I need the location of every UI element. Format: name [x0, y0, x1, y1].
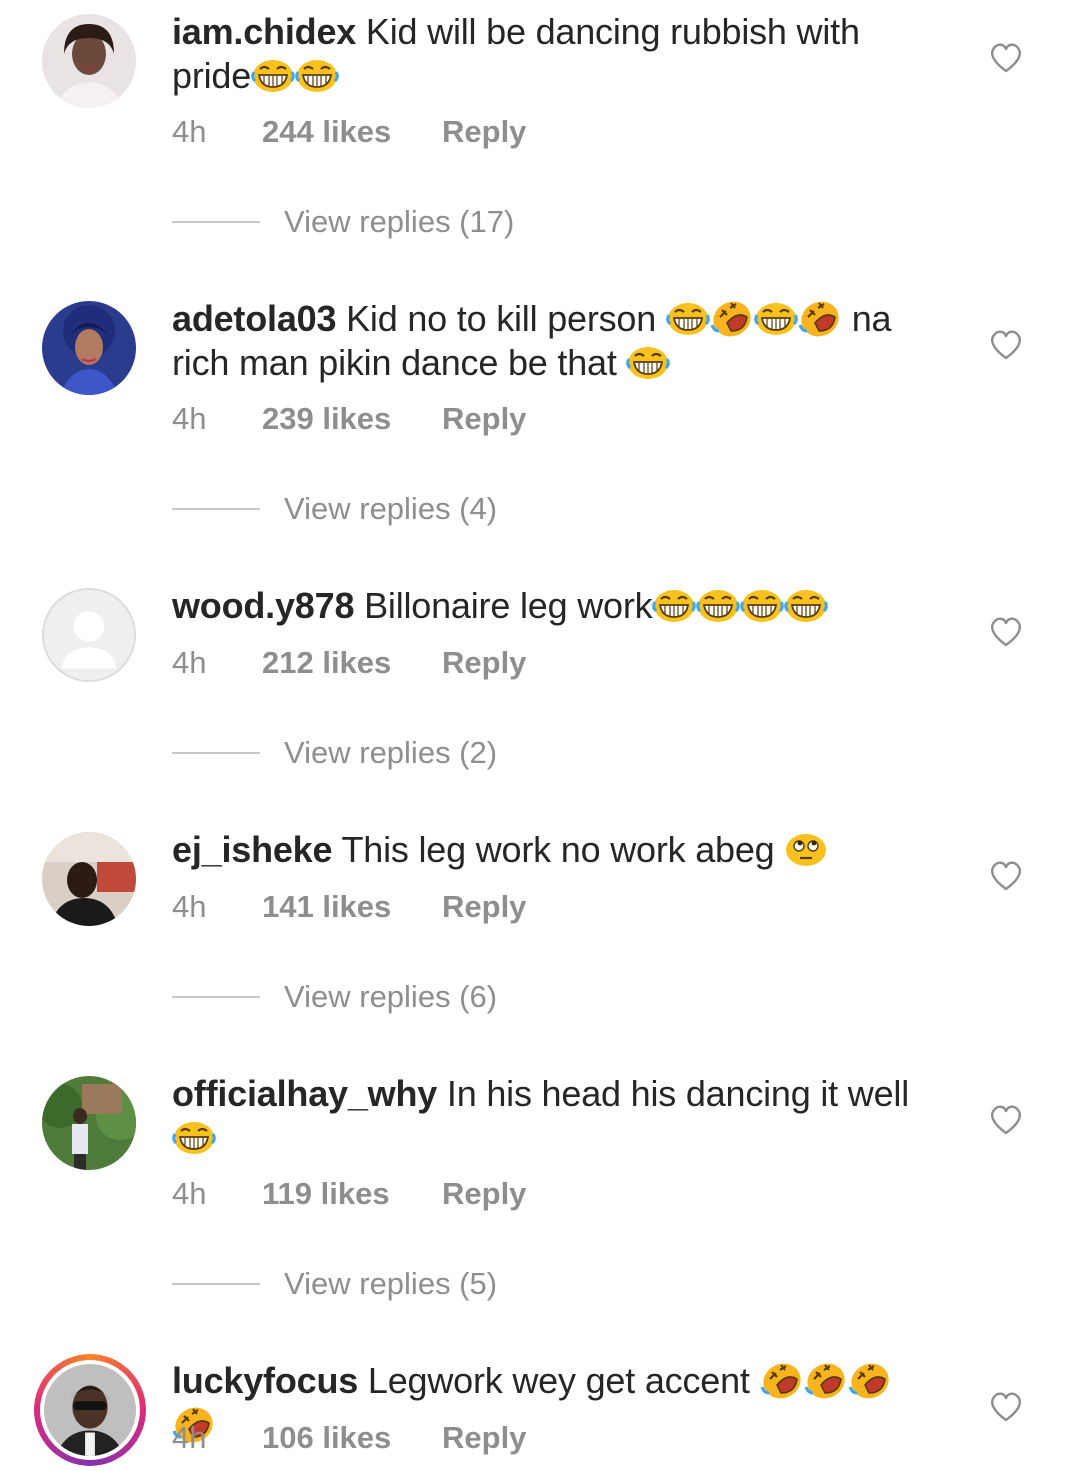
grinning-squinting-tears-emoji-icon: [666, 301, 710, 337]
rolling-on-floor-laughing-emoji-icon: [760, 1363, 804, 1399]
comment-text: officialhay_why In his head his dancing …: [172, 1072, 932, 1160]
comment-body: rich man pikin dance be that: [172, 342, 617, 383]
comment-body: This leg work no work abeg: [341, 829, 775, 870]
reply-button[interactable]: Reply: [442, 1174, 526, 1214]
grinning-squinting-tears-emoji-icon: [754, 301, 798, 337]
view-replies-label[interactable]: View replies (6): [284, 977, 497, 1017]
comment-likes[interactable]: 212 likes: [262, 643, 391, 683]
divider-line: [172, 508, 260, 510]
comment-likes[interactable]: 239 likes: [262, 399, 391, 439]
comment-body: pride: [172, 55, 252, 96]
comment-text: wood.y878 Billonaire leg work: [172, 584, 932, 628]
heart-outline-icon[interactable]: [988, 858, 1024, 892]
face-with-rolling-eyes-emoji-icon: [784, 832, 828, 868]
view-replies-label[interactable]: View replies (17): [284, 202, 514, 242]
comment-username[interactable]: adetola03: [172, 298, 336, 339]
avatar[interactable]: [42, 588, 136, 682]
grinning-squinting-tears-emoji-icon: [295, 58, 339, 94]
avatar-ring-inner: [40, 1360, 140, 1460]
comment-username[interactable]: ej_isheke: [172, 829, 333, 870]
comment-text: iam.chidex Kid will be dancing rubbish w…: [172, 10, 932, 98]
avatar[interactable]: [42, 1076, 136, 1170]
comment-likes[interactable]: 141 likes: [262, 887, 391, 927]
avatar-with-story-ring[interactable]: [34, 1354, 146, 1466]
rolling-on-floor-laughing-emoji-icon: [710, 301, 754, 337]
comment-time: 4h: [172, 401, 207, 436]
reply-button[interactable]: Reply: [442, 399, 526, 439]
avatar-photo-icon: [42, 301, 136, 395]
reply-button[interactable]: Reply: [442, 1418, 526, 1458]
avatar-photo-icon: [42, 832, 136, 926]
grinning-squinting-tears-emoji-icon: [626, 345, 670, 381]
heart-outline-icon[interactable]: [988, 1389, 1024, 1423]
reply-button[interactable]: Reply: [442, 887, 526, 927]
heart-outline-icon[interactable]: [988, 327, 1024, 361]
divider-line: [172, 996, 260, 998]
comment-time: 4h: [172, 889, 207, 924]
grinning-squinting-tears-emoji-icon: [740, 588, 784, 624]
comment-body: na: [851, 298, 892, 339]
comment-username[interactable]: officialhay_why: [172, 1073, 437, 1114]
divider-line: [172, 221, 260, 223]
comment-body: In his head his dancing it well: [446, 1073, 909, 1114]
comment-text: adetola03 Kid no to kill person na rich …: [172, 297, 932, 385]
comment-body: Kid will be dancing rubbish with: [365, 11, 860, 52]
comment-username[interactable]: wood.y878: [172, 585, 354, 626]
avatar-photo-icon: [42, 14, 136, 108]
comment-text: ej_isheke This leg work no work abeg: [172, 828, 932, 872]
comment-likes[interactable]: 244 likes: [262, 112, 391, 152]
avatar-photo-icon: [42, 1076, 136, 1170]
avatar: [44, 1364, 136, 1456]
avatar[interactable]: [42, 832, 136, 926]
divider-line: [172, 1283, 260, 1285]
rolling-on-floor-laughing-emoji-icon: [848, 1363, 892, 1399]
view-replies-label[interactable]: View replies (2): [284, 733, 497, 773]
grinning-squinting-tears-emoji-icon: [652, 588, 696, 624]
rolling-on-floor-laughing-emoji-icon: [804, 1363, 848, 1399]
comment-time: 4h: [172, 645, 207, 680]
grinning-squinting-tears-emoji-icon: [172, 1120, 216, 1156]
avatar[interactable]: [42, 14, 136, 108]
avatar[interactable]: [42, 301, 136, 395]
grinning-squinting-tears-emoji-icon: [251, 58, 295, 94]
comment-body: Legwork wey get accent: [367, 1360, 750, 1401]
heart-outline-icon[interactable]: [988, 1102, 1024, 1136]
rolling-on-floor-laughing-emoji-icon: [798, 301, 842, 337]
avatar-photo-icon: [44, 1364, 136, 1456]
grinning-squinting-tears-emoji-icon: [696, 588, 740, 624]
grinning-squinting-tears-emoji-icon: [784, 588, 828, 624]
divider-line: [172, 752, 260, 754]
comment-likes[interactable]: 106 likes: [262, 1418, 391, 1458]
reply-button[interactable]: Reply: [442, 112, 526, 152]
view-replies-label[interactable]: View replies (5): [284, 1264, 497, 1304]
comment-time: 4h: [172, 1176, 207, 1211]
comment-time: 4h: [172, 1420, 207, 1455]
comment-username[interactable]: iam.chidex: [172, 11, 356, 52]
heart-outline-icon[interactable]: [988, 614, 1024, 648]
comment-body: Billonaire leg work: [364, 585, 653, 626]
reply-button[interactable]: Reply: [442, 643, 526, 683]
heart-outline-icon[interactable]: [988, 40, 1024, 74]
comment-likes[interactable]: 119 likes: [262, 1174, 390, 1214]
view-replies-label[interactable]: View replies (4): [284, 489, 497, 529]
default-avatar-icon: [44, 590, 134, 680]
comment-time: 4h: [172, 114, 207, 149]
comment-username[interactable]: luckyfocus: [172, 1360, 358, 1401]
comment-body: Kid no to kill person: [346, 298, 657, 339]
